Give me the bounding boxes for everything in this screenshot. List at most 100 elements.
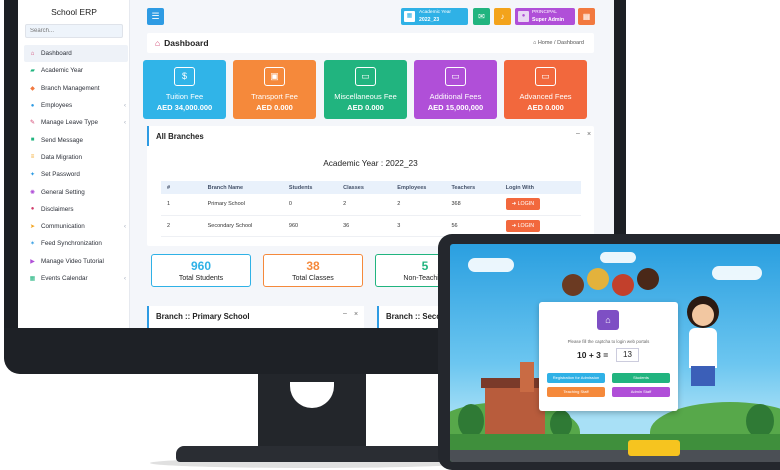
app-brand: School ERP bbox=[51, 7, 97, 17]
sidebar-item-label: Events Calendar bbox=[41, 275, 88, 282]
sidebar-item-label: Manage Leave Type bbox=[41, 119, 98, 127]
sidebar-search-input[interactable] bbox=[25, 24, 123, 38]
close-button[interactable]: × bbox=[354, 311, 358, 318]
video-icon: ▶ bbox=[30, 258, 35, 265]
sidebar-item-events-calendar[interactable]: ▦ Events Calendar ‹ bbox=[24, 270, 128, 287]
user-menu[interactable]: ● PRINCIPAL Super Admin bbox=[515, 8, 575, 25]
sidebar-item-academic-year[interactable]: ▰ Academic Year bbox=[24, 62, 128, 79]
sidebar-menu: ⌂ Dashboard ▰ Academic Year ◆ Branch Manageme… bbox=[24, 45, 128, 287]
kid-head bbox=[562, 274, 584, 296]
captcha-message: Please fill the captcha to login web por… bbox=[567, 339, 650, 344]
sidebar-item-data-migration[interactable]: ≡ Data Migration bbox=[24, 149, 128, 166]
sidebar-item-label: Academic Year bbox=[41, 67, 84, 75]
home-icon: ⌂ bbox=[532, 40, 537, 46]
portal-button-students[interactable]: Students bbox=[612, 373, 670, 383]
panel-title: All Branches bbox=[156, 132, 204, 141]
girl-character bbox=[683, 296, 723, 406]
sidebar-item-label: Send Message bbox=[41, 136, 84, 144]
tablet-frame: ⌂ Please fill the captcha to login web p… bbox=[438, 234, 780, 470]
top-header: ☰ ▦ Academic Year 2022_23 ✉ ♪ ● PRINCIPA… bbox=[131, 0, 614, 33]
cloud bbox=[600, 252, 636, 263]
table-cell: ➜ LOGIN bbox=[499, 194, 581, 216]
sidebar-item-send-message[interactable]: ■ Send Message bbox=[24, 131, 128, 148]
sidebar-item-label: Disclaimers bbox=[41, 205, 74, 213]
table-row: 2 Secondary School 960 36 3 56 ➜ LOGIN bbox=[161, 215, 581, 237]
hamburger-icon: ☰ bbox=[151, 11, 160, 21]
column-header: Teachers bbox=[445, 181, 500, 194]
sidebar-item-employees[interactable]: ● Employees ‹ bbox=[24, 97, 128, 114]
fee-name: Additional Fees bbox=[429, 92, 482, 101]
captcha-answer-input[interactable]: 13 bbox=[616, 348, 639, 362]
table-cell: 2 bbox=[161, 215, 202, 237]
school-building bbox=[481, 378, 549, 436]
minimize-button[interactable]: – bbox=[576, 130, 580, 137]
cloud bbox=[712, 266, 762, 280]
chevron-left-icon: ‹ bbox=[124, 102, 126, 109]
table-cell: 0 bbox=[282, 194, 338, 216]
chevron-left-icon: ‹ bbox=[124, 275, 126, 282]
page-header: ⌂ Dashboard ⌂ Home / Dashboard bbox=[147, 33, 594, 53]
fee-card-transport-fee[interactable]: ▣ Transport Fee AED 0.000 bbox=[233, 60, 316, 119]
portal-button-admin-staff[interactable]: Admin Staff bbox=[612, 387, 670, 397]
scene: School ERP ⌂Dashboard▰Academic Year◆Bran… bbox=[0, 0, 780, 470]
column-header: Login With bbox=[499, 181, 581, 194]
school-logo-icon: ⌂ bbox=[597, 310, 619, 330]
sign-in-icon: ➜ bbox=[511, 201, 517, 208]
login-button[interactable]: ➜ LOGIN bbox=[505, 198, 541, 211]
login-label: LOGIN bbox=[517, 222, 535, 229]
rocket-icon: ➤ bbox=[29, 224, 36, 231]
calendar-icon: ▦ bbox=[404, 11, 415, 22]
money-icon: $ bbox=[174, 67, 195, 86]
fee-card-additional-fees[interactable]: ▭ Additional Fees AED 15,000,000 bbox=[414, 60, 497, 119]
academic-year-label: Academic Year bbox=[419, 10, 451, 15]
school-bus bbox=[628, 440, 680, 456]
mail-button[interactable]: ✉ bbox=[473, 8, 490, 25]
sidebar-item-label: Branch Management bbox=[41, 84, 100, 92]
sidebar-item-set-password[interactable]: ✦ Set Password bbox=[24, 166, 128, 183]
sidebar-item-manage-leave-type[interactable]: ✎ Manage Leave Type ‹ bbox=[24, 114, 128, 131]
sidebar-item-branch-management[interactable]: ◆ Branch Management bbox=[24, 80, 128, 97]
monitor-stand-base bbox=[176, 446, 448, 462]
apps-button[interactable]: ▦ bbox=[578, 8, 595, 25]
fee-card-tuition-fee[interactable]: $ Tuition Fee AED 34,000.000 bbox=[143, 60, 226, 119]
minimize-button[interactable]: – bbox=[343, 310, 347, 317]
fee-card-miscellaneous-fee[interactable]: ▭ Miscellaneous Fee AED 0.000 bbox=[324, 60, 407, 119]
tree bbox=[458, 404, 484, 438]
fee-value: AED 0.000 bbox=[527, 103, 564, 112]
captcha-question: 10 + 3 = bbox=[577, 350, 609, 360]
money-icon: ▭ bbox=[535, 67, 556, 86]
fee-name: Miscellaneous Fee bbox=[334, 92, 397, 101]
breadcrumb-current: Dashboard bbox=[557, 40, 584, 46]
notifications-button[interactable]: ♪ bbox=[494, 8, 511, 25]
sidebar-item-label: Dashboard bbox=[41, 50, 72, 58]
stat-number: 38 bbox=[306, 259, 320, 273]
sidebar-item-general-setting[interactable]: ✺ General Setting bbox=[24, 183, 128, 200]
breadcrumb-home[interactable]: Home bbox=[538, 40, 553, 46]
portal-button-teaching-staff[interactable]: Teaching Staff bbox=[547, 387, 605, 397]
tree bbox=[746, 404, 774, 438]
clock-tower bbox=[520, 362, 534, 392]
close-button[interactable]: × bbox=[587, 131, 591, 138]
gear-icon: ✺ bbox=[29, 189, 36, 196]
sidebar-item-disclaimers[interactable]: ● Disclaimers bbox=[24, 201, 128, 218]
portal-button-registration-for-admission[interactable]: Registration for Admission bbox=[547, 373, 605, 383]
user-name: Super Admin bbox=[532, 17, 565, 23]
all-branches-panel: All Branches – × Academic Year : 2022_23… bbox=[147, 126, 594, 246]
login-button[interactable]: ➜ LOGIN bbox=[505, 219, 541, 232]
fee-card-advanced-fees[interactable]: ▭ Advanced Fees AED 0.000 bbox=[504, 60, 587, 119]
menu-toggle-button[interactable]: ☰ bbox=[147, 8, 164, 25]
sidebar-item-manage-video-tutorial[interactable]: ▶ Manage Video Tutorial bbox=[24, 253, 128, 270]
table-cell: 2 bbox=[391, 194, 446, 216]
captcha-login-modal: ⌂ Please fill the captcha to login web p… bbox=[539, 302, 678, 411]
panel-title: Branch :: Seco bbox=[386, 312, 442, 321]
branches-table: # Branch Name Students Classes Employees Teac… bbox=[161, 181, 581, 237]
sidebar-item-dashboard[interactable]: ⌂ Dashboard bbox=[24, 45, 128, 63]
sidebar-item-communication[interactable]: ➤ Communication ‹ bbox=[24, 218, 128, 235]
sidebar-item-feed-synchronization[interactable]: ✶ Feed Synchronization bbox=[24, 235, 128, 252]
fee-name: Tuition Fee bbox=[165, 92, 204, 101]
table-cell: 3 bbox=[391, 215, 446, 237]
sidebar-item-label: General Setting bbox=[41, 188, 85, 196]
user-icon: ● bbox=[30, 102, 35, 109]
academic-year-selector[interactable]: ▦ Academic Year 2022_23 bbox=[401, 8, 468, 25]
table-cell: 368 bbox=[445, 194, 500, 216]
